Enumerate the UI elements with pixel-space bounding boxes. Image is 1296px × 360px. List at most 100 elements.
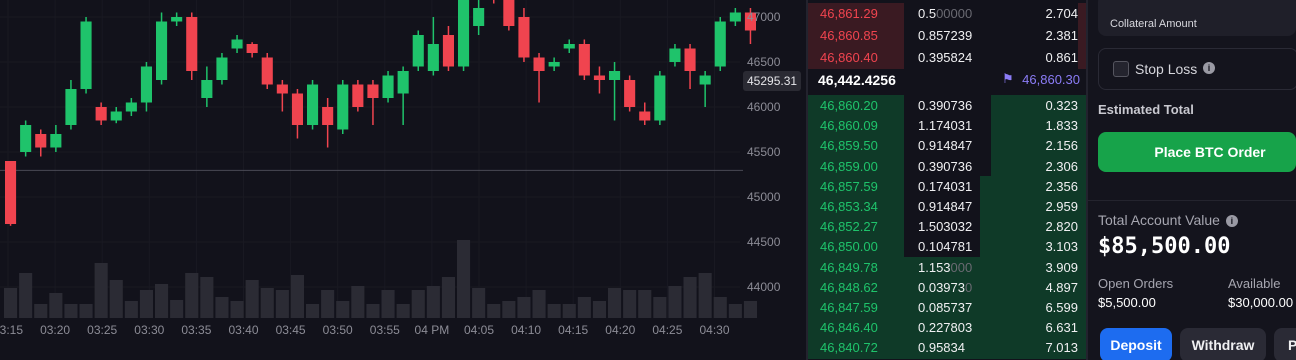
bid-row[interactable]: 46,859.50 0.914847 2.156 — [808, 135, 1086, 158]
order-total: 6.631 — [1045, 320, 1078, 336]
y-tick-label: 46500 — [747, 55, 781, 69]
volume-bar — [411, 290, 425, 318]
volume-bar — [608, 288, 622, 318]
volume-bar — [139, 290, 153, 318]
depth-bar — [1077, 25, 1086, 47]
candle-body — [337, 84, 349, 130]
bid-row[interactable]: 46,859.00 0.390736 2.306 — [808, 155, 1086, 178]
bid-row[interactable]: 46,852.27 1.503032 2.820 — [808, 216, 1086, 239]
order-total: 2.356 — [1045, 178, 1078, 194]
bid-row[interactable]: 46,853.34 0.914847 2.959 — [808, 196, 1086, 218]
bid-row[interactable]: 46,849.78 1.153000 3.909 — [808, 256, 1086, 279]
order-price: 46,860.20 — [820, 98, 878, 113]
order-amount: 0.857239 — [918, 28, 973, 43]
mid-price-row: 46,442.4256 ⚑ 46,860.30 — [808, 66, 1086, 94]
x-tick-label: 04:20 — [605, 323, 635, 337]
price-marker: 45295.31 — [743, 71, 801, 91]
x-tick-label: 03:15 — [0, 323, 23, 337]
bid-row[interactable]: 46,850.00 0.104781 3.103 — [808, 236, 1086, 259]
order-total: 2.156 — [1045, 138, 1078, 154]
stop-loss-checkbox[interactable] — [1113, 61, 1129, 77]
order-amount: 0.390736 — [918, 158, 973, 174]
mark-price: 46,860.30 — [1022, 72, 1080, 87]
more-button[interactable]: P — [1274, 328, 1296, 360]
info-icon: i — [1203, 62, 1215, 74]
volume-bar — [743, 301, 757, 318]
volume-bar — [638, 290, 652, 318]
volume-bar — [49, 293, 63, 318]
order-amount: 1.153000 — [918, 259, 973, 275]
x-tick-label: 04:05 — [464, 323, 494, 337]
bid-row[interactable]: 46,847.59 0.085737 6.599 — [808, 297, 1086, 319]
withdraw-label: Withdraw — [1191, 337, 1255, 353]
candle-body — [231, 39, 243, 49]
place-order-button[interactable]: Place BTC Order — [1098, 132, 1296, 172]
deposit-button[interactable]: Deposit — [1100, 328, 1172, 360]
y-tick-label: 46000 — [747, 100, 781, 114]
order-amount-padding: 00000 — [936, 6, 973, 21]
order-price: 46,860.40 — [820, 50, 878, 65]
collateral-field[interactable]: Collateral Amount — [1098, 0, 1296, 36]
candle-body — [669, 48, 681, 62]
candle-body — [639, 111, 651, 121]
x-tick-label: 04:15 — [558, 323, 588, 337]
price-chart[interactable]: 47000 46500 46000 45500 45000 44500 44000 03:15… — [0, 0, 806, 360]
volume-bar — [336, 301, 350, 318]
order-amount: 0.95834 — [918, 340, 965, 356]
stop-loss-toggle[interactable]: Stop Loss i — [1098, 48, 1296, 90]
order-amount-padding: 000 — [950, 259, 973, 275]
place-order-label: Place BTC Order — [1154, 144, 1266, 160]
volume-bar — [683, 277, 697, 318]
candle-body — [503, 0, 515, 26]
candle-body — [714, 21, 726, 67]
order-total: 1.833 — [1045, 118, 1078, 134]
order-amount: 0.039730 — [918, 279, 973, 295]
y-tick-label: 44500 — [747, 235, 781, 249]
volume-bar — [155, 284, 169, 318]
bid-row[interactable]: 46,860.20 0.390736 0.323 — [808, 95, 1086, 117]
candle-body — [261, 57, 273, 85]
candle-body — [473, 8, 485, 26]
order-total: 2.381 — [1045, 28, 1078, 43]
total-account-value: $85,500.00 — [1098, 234, 1231, 259]
x-tick-label: 03:50 — [323, 323, 353, 337]
candlestick-chart[interactable]: 47000 46500 46000 45500 45000 44500 44000 03:15… — [0, 0, 806, 360]
ask-row[interactable]: 46,860.85 0.857239 2.381 — [808, 25, 1086, 47]
y-tick-label: 44000 — [747, 280, 781, 294]
order-price: 46,860.85 — [820, 28, 878, 43]
more-button-label: P — [1288, 337, 1296, 353]
available-value: $30,000.00 — [1228, 295, 1294, 310]
candle-body — [125, 102, 137, 112]
order-total: 4.897 — [1045, 279, 1078, 295]
order-price: 46,847.59 — [820, 300, 878, 315]
candle-body — [684, 48, 696, 71]
volume-bar — [562, 304, 576, 318]
volume-bar — [306, 304, 320, 318]
volume-bar — [547, 304, 561, 318]
info-icon: i — [1225, 215, 1238, 228]
volume-bar — [260, 288, 274, 318]
candle-body — [352, 84, 364, 107]
bid-row[interactable]: 46,857.59 0.174031 2.356 — [808, 175, 1086, 198]
candle-body — [201, 80, 213, 98]
x-tick-label: 04:30 — [699, 323, 729, 337]
order-total: 3.909 — [1045, 259, 1078, 275]
bid-row[interactable]: 46,840.72 0.95834 7.013 — [808, 337, 1086, 360]
price-marker-label: 45295.31 — [747, 74, 798, 88]
candle-body — [442, 35, 454, 67]
bid-row[interactable]: 46,860.09 1.174031 1.833 — [808, 115, 1086, 138]
volume-bar — [19, 273, 33, 318]
candle-body — [609, 71, 621, 80]
total-account-value-text: Total Account Value — [1098, 212, 1220, 228]
volume-bar — [381, 290, 395, 318]
volume-bar — [64, 304, 78, 318]
bid-row[interactable]: 46,848.62 0.039730 4.897 — [808, 276, 1086, 299]
volume-bar — [457, 240, 471, 318]
candle-body — [95, 107, 107, 121]
bid-row[interactable]: 46,846.40 0.227803 6.631 — [808, 317, 1086, 340]
candle-body — [50, 134, 62, 148]
order-book: 46,861.29 0.500000 2.704 46,860.85 0.857239 2… — [808, 0, 1086, 360]
order-price: 46,853.34 — [820, 199, 878, 214]
ask-row[interactable]: 46,861.29 0.500000 2.704 — [808, 3, 1086, 25]
withdraw-button[interactable]: Withdraw — [1180, 328, 1266, 360]
